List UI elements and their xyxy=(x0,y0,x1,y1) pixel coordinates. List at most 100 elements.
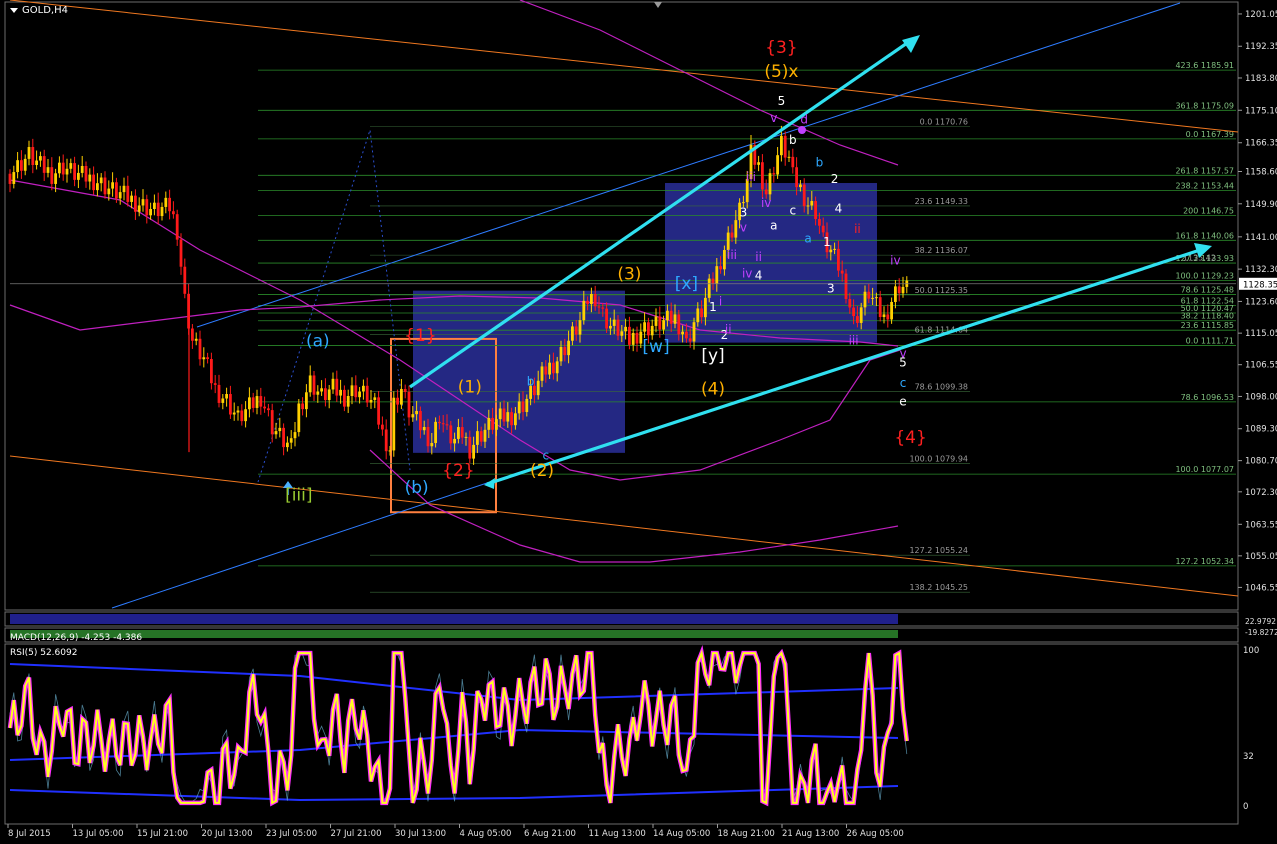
candle-body xyxy=(164,197,168,207)
candle-body xyxy=(734,220,738,238)
macd-label: MACD(12,26,9) -4.253 -4.386 xyxy=(10,633,142,643)
candle-body xyxy=(240,410,244,422)
candle-body xyxy=(658,316,662,330)
price-tick-label: 1192.35 xyxy=(1245,42,1277,52)
candle-body xyxy=(343,389,346,407)
candle-body xyxy=(358,391,361,398)
time-tick-label: 23 Jul 05:00 xyxy=(266,829,317,839)
wave-label: b xyxy=(816,155,824,169)
candle-body xyxy=(422,426,426,431)
candle-body xyxy=(696,308,700,323)
time-tick-label: 14 Aug 05:00 xyxy=(653,829,710,839)
candle-body xyxy=(377,397,380,425)
candle-body xyxy=(571,326,574,341)
candle-body xyxy=(183,266,187,294)
candle-body xyxy=(555,361,559,374)
fib-label: 100.0 1077.07 xyxy=(1175,465,1234,474)
price-tick-label: 1098.00 xyxy=(1245,392,1277,402)
fib-label: 0.0 1111.71 xyxy=(1186,337,1234,346)
candle-body xyxy=(221,398,225,403)
candle-body xyxy=(213,383,217,385)
macd-histogram-band xyxy=(10,614,898,624)
candle-body xyxy=(107,188,111,195)
candle-body xyxy=(274,431,278,435)
fib-label: 38.2 1136.07 xyxy=(915,246,968,255)
candle-body xyxy=(297,403,301,433)
price-tick-label: 1063.55 xyxy=(1245,520,1277,530)
candle-body xyxy=(567,340,570,356)
candle-body xyxy=(483,429,487,442)
candle-body xyxy=(468,436,472,459)
candle-body xyxy=(453,438,456,444)
candle-body xyxy=(681,331,684,335)
candle-body xyxy=(628,326,631,345)
candle-body xyxy=(840,270,844,274)
candle-body xyxy=(502,408,506,422)
candle-body xyxy=(783,135,787,158)
time-tick-label: 11 Aug 13:00 xyxy=(589,829,646,839)
wave-label: c xyxy=(542,449,549,463)
candle-body xyxy=(517,401,521,414)
candle-body xyxy=(115,182,118,199)
price-tick-label: 1141.00 xyxy=(1245,233,1277,243)
candle-body xyxy=(711,278,715,284)
candle-body xyxy=(244,409,247,422)
wave-label: i xyxy=(719,295,722,309)
candle-body xyxy=(137,205,141,212)
wave-label: 1 xyxy=(823,235,831,249)
candle-body xyxy=(149,208,152,216)
candle-body xyxy=(848,299,852,308)
candle-body xyxy=(373,397,377,400)
rsi-axis-label: 32 xyxy=(1243,752,1254,762)
fib-label: 238.2 1153.44 xyxy=(1175,182,1234,191)
candle-body xyxy=(730,232,734,238)
candle-body xyxy=(225,394,228,399)
wave-label: (2) xyxy=(530,461,554,481)
candle-body xyxy=(441,423,445,425)
candle-body xyxy=(39,156,42,161)
candle-body xyxy=(31,147,35,166)
candle-body xyxy=(624,326,627,332)
candle-body xyxy=(198,338,202,360)
fib-label: 423.6 1185.91 xyxy=(1175,61,1234,70)
candle-body xyxy=(510,412,513,426)
candle-body xyxy=(552,362,555,374)
candle-body xyxy=(96,183,99,191)
candle-body xyxy=(103,177,107,195)
candle-body xyxy=(445,424,449,426)
trading-chart[interactable]: 423.6 1185.91361.8 1175.090.0 1167.39261… xyxy=(0,0,1277,844)
candle-body xyxy=(536,380,540,396)
wave-label: (4) xyxy=(701,380,725,400)
wave-label: iii xyxy=(727,248,737,262)
wave-box-blue-1 xyxy=(413,290,625,453)
candle-body xyxy=(487,417,491,430)
candle-body xyxy=(20,160,23,171)
candle-body xyxy=(742,202,745,204)
candle-body xyxy=(84,166,88,182)
candle-body xyxy=(574,326,578,335)
wave-label: (a) xyxy=(306,331,330,351)
fib-label: 78.6 1125.48 xyxy=(1181,285,1234,294)
candle-body xyxy=(498,408,502,420)
macd-signal-band xyxy=(10,630,898,638)
candle-body xyxy=(768,173,772,195)
wave-label: 2 xyxy=(831,172,839,186)
candle-body xyxy=(384,429,388,452)
candle-body xyxy=(875,297,878,299)
price-tick-label: 1072.30 xyxy=(1245,488,1277,498)
wave-label: [y] xyxy=(701,346,724,366)
candle-body xyxy=(8,173,12,184)
price-tick-label: 1123.60 xyxy=(1245,297,1277,307)
candle-body xyxy=(761,162,764,190)
candle-body xyxy=(609,325,612,329)
candle-body xyxy=(278,427,282,432)
fib-label: 50.0 1125.35 xyxy=(915,286,968,295)
candle-body xyxy=(430,443,434,447)
candle-body xyxy=(476,431,479,445)
candle-body xyxy=(821,225,825,233)
wave-label: (b) xyxy=(405,478,429,498)
price-tick-label: 1166.35 xyxy=(1245,139,1277,149)
wave-label: v xyxy=(899,346,906,360)
candle-body xyxy=(122,185,126,193)
candle-body xyxy=(12,172,16,184)
